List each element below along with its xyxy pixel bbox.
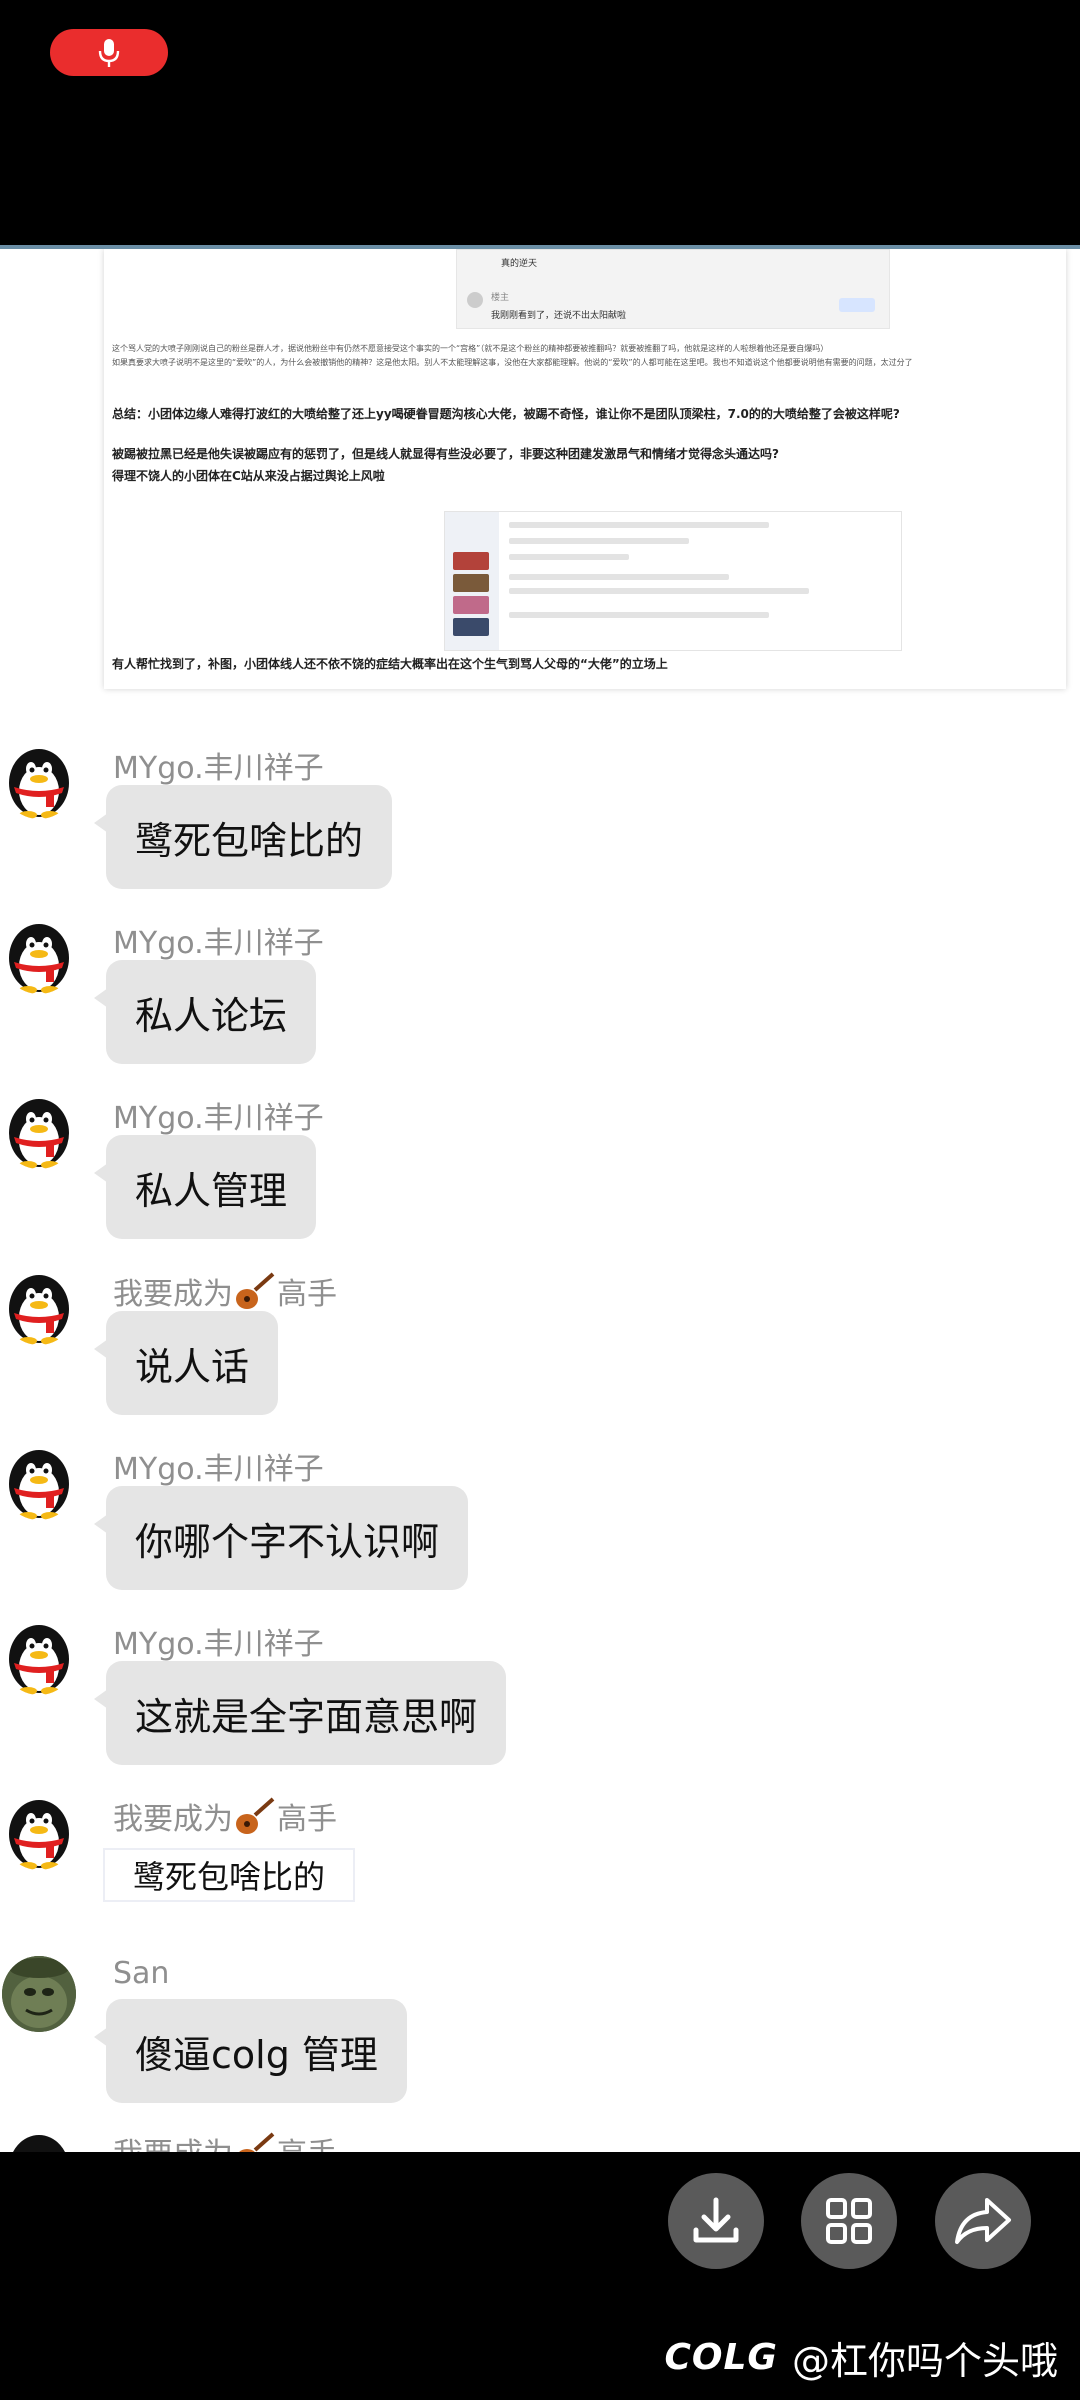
avatar[interactable] [2, 918, 76, 994]
download-icon [693, 2197, 739, 2243]
sender-name-prefix: 我要成为 [113, 1802, 233, 1837]
message-text[interactable]: 鹭死包啥比的 [103, 1848, 356, 1902]
penguin-avatar-icon [9, 924, 69, 994]
sender-name: MYgo.丰川祥子 [113, 1452, 324, 1487]
screenshot-avatar [467, 292, 483, 308]
message-bubble[interactable]: 鹭死包啥比的 [93, 785, 393, 889]
sender-name-prefix: 我要成为 [113, 1277, 233, 1312]
screenshot-paragraph: 如果真要求大喷子说明不是这里的“爱吹”的人，为什么会被撤销他的精神？这是他太阳。… [112, 358, 913, 367]
sender-name: San [113, 1956, 170, 1991]
share-button[interactable] [935, 2173, 1031, 2269]
recording-indicator[interactable] [50, 29, 168, 76]
screenshot-bold-text: 被踢被拉黑已经是他失误被踢应有的惩罚了，但是线人就显得有些没必要了，非要这种团建… [112, 447, 779, 461]
guitar-icon [236, 1272, 275, 1309]
sender-name: 我要成为 高手 [113, 1794, 337, 1838]
download-button[interactable] [668, 2173, 764, 2269]
screenshot-paragraph: 这个骂人党的大喷子刚刚说自己的粉丝是群人才，据说他粉丝中有仍然不愿意接受这个事实… [112, 344, 829, 353]
guitar-icon [239, 2132, 275, 2152]
grid-button[interactable] [801, 2173, 897, 2269]
penguin-avatar-icon [13, 2135, 65, 2152]
message-bubble[interactable]: 说人话 [93, 1311, 279, 1415]
sender-name: 我要成为 高手 [113, 2129, 337, 2152]
screenshot-inner-image [444, 511, 902, 651]
creature-avatar-icon [2, 1956, 76, 2032]
sender-name: MYgo.丰川祥子 [113, 1101, 324, 1136]
screenshot-bold-text: 总结：小团体边缘人难得打波红的大喷给整了还上yy喝硬眷冒题沟核心大佬，被踢不奇怪… [112, 407, 900, 421]
grid-icon [826, 2198, 872, 2244]
sender-name: 我要成为 高手 [113, 1269, 337, 1313]
microphone-icon [98, 38, 120, 67]
screenshot-reply-line: 我刚刚看到了，还说不出太阳献啦 [491, 311, 627, 321]
guitar-icon [236, 1797, 275, 1834]
sender-name-prefix: 我要成为 [113, 2137, 233, 2152]
chat-content[interactable]: 真的逆天 楼主 我刚刚看到了，还说不出太阳献啦 这个骂人党的大喷子刚刚说自己的粉… [0, 249, 1080, 2152]
sender-name-suffix: 高手 [277, 2137, 337, 2152]
penguin-avatar-icon [9, 1450, 69, 1520]
watermark: COLG @杠你吗个头哦 [664, 2330, 1058, 2385]
screenshot-bold-text: 得理不饶人的小团体在C站从来没占据过舆论上风啦 [112, 469, 385, 483]
screenshot-tag [839, 298, 875, 312]
message-bubble[interactable]: 私人管理 [93, 1135, 317, 1239]
message-bubble[interactable]: 你哪个字不认识啊 [93, 1486, 469, 1590]
screenshot-reply-box: 真的逆天 楼主 我刚刚看到了，还说不出太阳献啦 [456, 249, 890, 329]
share-icon [955, 2198, 1011, 2244]
sender-name: MYgo.丰川祥子 [113, 926, 324, 961]
shared-screenshot[interactable]: 真的逆天 楼主 我刚刚看到了，还说不出太阳献啦 这个骂人党的大喷子刚刚说自己的粉… [104, 249, 1066, 689]
avatar[interactable] [2, 1269, 76, 1345]
sender-name-suffix: 高手 [277, 1277, 337, 1312]
penguin-avatar-icon [9, 1625, 69, 1695]
colg-logo: COLG [664, 2337, 778, 2378]
screenshot-footer-text: 有人帮忙找到了，补图，小团体线人还不依不饶的症结大概率出在这个生气到骂人父母的“… [112, 657, 668, 671]
screenshot-reply-line: 真的逆天 [501, 259, 538, 269]
avatar[interactable] [2, 1444, 76, 1520]
sender-name-suffix: 高手 [277, 1802, 337, 1837]
message-bubble[interactable]: 私人论坛 [93, 960, 317, 1064]
message-bubble[interactable]: 这就是全字面意思啊 [93, 1661, 507, 1765]
penguin-avatar-icon [9, 1800, 69, 1870]
penguin-avatar-icon [9, 749, 69, 819]
top-bar [0, 0, 1080, 245]
avatar[interactable] [2, 743, 76, 819]
penguin-avatar-icon [9, 1275, 69, 1345]
sender-name: MYgo.丰川祥子 [113, 751, 324, 786]
watermark-handle: @杠你吗个头哦 [791, 2339, 1058, 2383]
screenshot-reply-line: 楼主 [491, 293, 510, 303]
message-bubble[interactable]: 傻逼colg 管理 [94, 1999, 407, 2103]
avatar[interactable] [2, 1794, 76, 1870]
sender-name: MYgo.丰川祥子 [113, 1627, 324, 1662]
avatar[interactable] [2, 2129, 76, 2152]
penguin-avatar-icon [9, 1099, 69, 1169]
avatar[interactable] [2, 1619, 76, 1695]
avatar[interactable] [2, 1956, 76, 2032]
avatar[interactable] [2, 1093, 76, 1169]
